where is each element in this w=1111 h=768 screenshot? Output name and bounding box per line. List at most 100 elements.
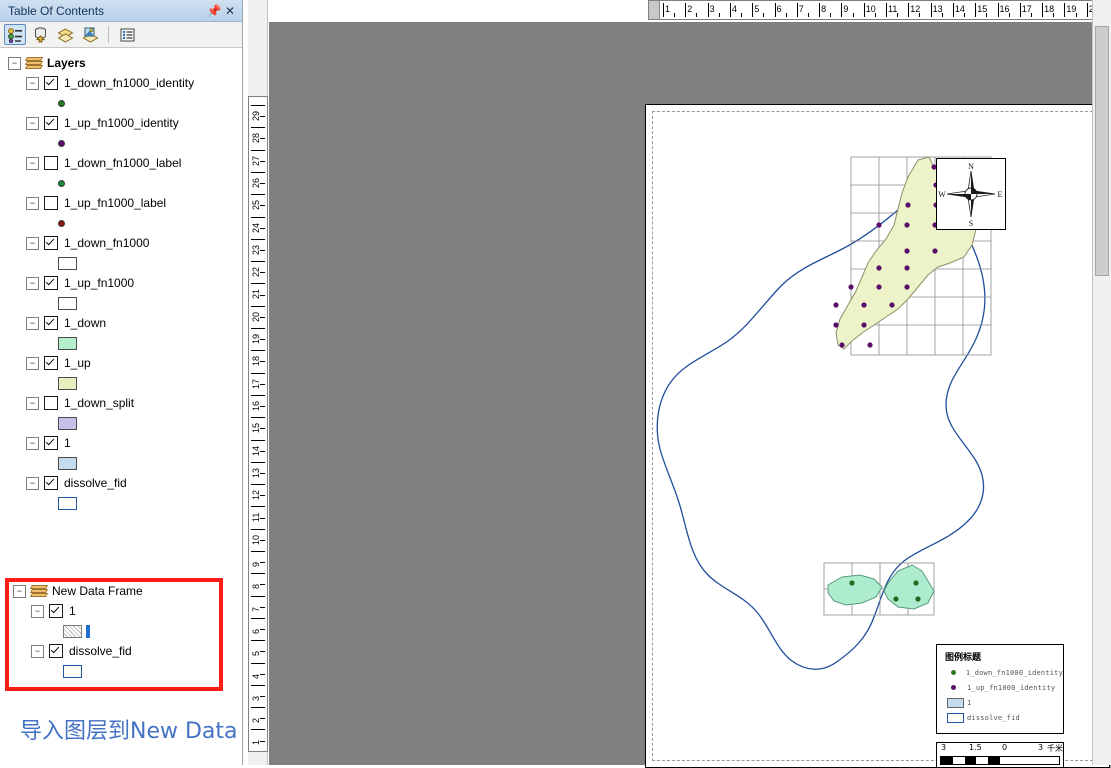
layer-item[interactable]: − 1_down xyxy=(0,313,242,333)
toolbar-separator xyxy=(108,26,109,43)
expander-icon[interactable]: − xyxy=(26,116,39,130)
layout-page[interactable]: N S W E 图例标题 1_down_fn1000_identity 1_up_… xyxy=(645,104,1110,768)
layer-item[interactable]: − 1_down_fn1000_identity xyxy=(0,73,242,93)
layer-label: 1_up_fn1000_identity xyxy=(64,116,179,130)
pin-icon[interactable]: 📌 xyxy=(206,3,222,19)
toc-titlebar: Table Of Contents 📌 ✕ xyxy=(0,0,242,22)
layer-symbol-row xyxy=(0,373,242,393)
layer-symbol-row xyxy=(0,493,242,513)
ruler-label: 5 xyxy=(754,4,760,14)
ruler-tick xyxy=(251,551,265,552)
ruler-minor-tick xyxy=(260,606,265,608)
layer-visibility-checkbox[interactable] xyxy=(44,436,58,450)
layer-label: 1_down_fn1000_identity xyxy=(64,76,195,90)
ruler-tick xyxy=(251,729,265,731)
ruler-tick xyxy=(251,305,265,307)
expander-icon[interactable]: − xyxy=(26,396,39,410)
options-button[interactable] xyxy=(116,24,138,45)
list-by-visibility-button[interactable] xyxy=(54,24,76,45)
layer-label: 1_up_fn1000 xyxy=(64,276,135,290)
toc-toolbar xyxy=(0,22,242,48)
ruler-minor-tick xyxy=(785,13,787,17)
layer-visibility-checkbox[interactable] xyxy=(44,236,58,250)
ruler-tick xyxy=(251,528,265,530)
ruler-minor-tick xyxy=(260,272,265,274)
ruler-tick xyxy=(251,595,265,597)
layer-symbol-dot xyxy=(58,179,65,187)
ruler-minor-tick xyxy=(260,651,265,653)
ruler-label: 1 xyxy=(665,4,671,14)
horizontal-ruler[interactable]: 1234567891011121314151617181920 xyxy=(648,0,1111,20)
layer-item[interactable]: − 1_down_fn1000 xyxy=(0,233,242,253)
new-data-frame-highlight-box xyxy=(5,578,223,691)
expander-icon[interactable]: − xyxy=(26,436,39,450)
expander-icon[interactable]: − xyxy=(26,236,39,250)
close-icon[interactable]: ✕ xyxy=(222,3,238,19)
legend-entry: dissolve_fid xyxy=(937,710,1063,725)
layer-visibility-checkbox[interactable] xyxy=(44,396,58,410)
ruler-minor-tick xyxy=(986,13,988,17)
layer-visibility-checkbox[interactable] xyxy=(44,76,58,90)
ruler-tick xyxy=(251,261,265,263)
layer-item[interactable]: −1 xyxy=(0,433,242,453)
layer-item[interactable]: − dissolve_fid xyxy=(0,473,242,493)
layer-item[interactable]: − 1_up_fn1000 xyxy=(0,273,242,293)
data-frame-layers[interactable]: − Layers xyxy=(0,53,242,73)
layer-visibility-checkbox[interactable] xyxy=(44,116,58,130)
ruler-tick xyxy=(251,238,265,240)
ruler-label: 2 xyxy=(687,4,693,14)
layer-item[interactable]: − 1_down_fn1000_label xyxy=(0,153,242,173)
layer-item[interactable]: − 1_up xyxy=(0,353,242,373)
scalebar-bar xyxy=(940,756,1060,765)
layer-item[interactable]: − 1_down_split xyxy=(0,393,242,413)
list-by-drawing-order-button[interactable] xyxy=(4,24,26,45)
expander-icon[interactable]: − xyxy=(8,56,21,70)
expander-icon[interactable]: − xyxy=(26,356,39,370)
expander-icon[interactable]: − xyxy=(26,196,39,210)
map-vertical-scrollbar[interactable] xyxy=(1092,0,1111,765)
layer-symbol-row xyxy=(0,333,242,353)
layer-symbol-row xyxy=(0,293,242,313)
ruler-label: 3 xyxy=(709,4,715,14)
legend-symbol xyxy=(947,697,967,708)
layer-visibility-checkbox[interactable] xyxy=(44,316,58,330)
list-by-source-button[interactable] xyxy=(29,24,51,45)
ruler-minor-tick xyxy=(964,13,966,17)
layer-visibility-checkbox[interactable] xyxy=(44,156,58,170)
ruler-minor-tick xyxy=(1030,13,1032,17)
layer-symbol-swatch xyxy=(58,336,77,350)
ruler-tick xyxy=(251,216,265,218)
layer-item[interactable]: − 1_up_fn1000_identity xyxy=(0,113,242,133)
scalebar-label-1: 1.5 xyxy=(969,743,982,752)
legend-label: dissolve_fid xyxy=(967,713,1020,722)
layer-label: 1_down_fn1000 xyxy=(64,236,150,250)
legend-label: 1_up_fn1000_identity xyxy=(967,683,1056,692)
ruler-tick xyxy=(975,3,977,17)
ruler-tick xyxy=(251,640,265,642)
layer-visibility-checkbox[interactable] xyxy=(44,276,58,290)
legend-entries: 1_down_fn1000_identity 1_up_fn1000_identi… xyxy=(937,665,1063,725)
layer-item[interactable]: − 1_up_fn1000_label xyxy=(0,193,242,213)
scrollbar-thumb[interactable] xyxy=(1095,26,1109,276)
layer-symbol-row xyxy=(0,253,242,273)
map-canvas-area[interactable]: N S W E 图例标题 1_down_fn1000_identity 1_up_… xyxy=(269,22,1110,768)
toc-layer-tree: − Layers − 1_down_fn1000_identity − 1_up_fn… xyxy=(0,48,242,765)
layer-visibility-checkbox[interactable] xyxy=(44,476,58,490)
expander-icon[interactable]: − xyxy=(26,276,39,290)
expander-icon[interactable]: − xyxy=(26,76,39,90)
ruler-label: 8 xyxy=(821,4,827,14)
layer-visibility-checkbox[interactable] xyxy=(44,196,58,210)
ruler-tick xyxy=(819,3,821,17)
expander-icon[interactable]: − xyxy=(26,476,39,490)
ruler-minor-tick xyxy=(260,740,265,742)
layer-visibility-checkbox[interactable] xyxy=(44,356,58,370)
vertical-ruler[interactable]: 29 28 27 26 25 24 23 22 21 20 19 18 17 16 15 14 13 12 11 10… xyxy=(248,96,268,752)
expander-icon[interactable]: − xyxy=(26,156,39,170)
layer-symbol-dot xyxy=(58,139,65,147)
legend-entry: 1_down_fn1000_identity xyxy=(937,665,1063,680)
ruler-tick xyxy=(251,573,265,575)
list-by-selection-button[interactable] xyxy=(79,24,101,45)
legend-label: 1_down_fn1000_identity xyxy=(965,668,1063,677)
legend-symbol xyxy=(947,670,966,675)
expander-icon[interactable]: − xyxy=(26,316,39,330)
